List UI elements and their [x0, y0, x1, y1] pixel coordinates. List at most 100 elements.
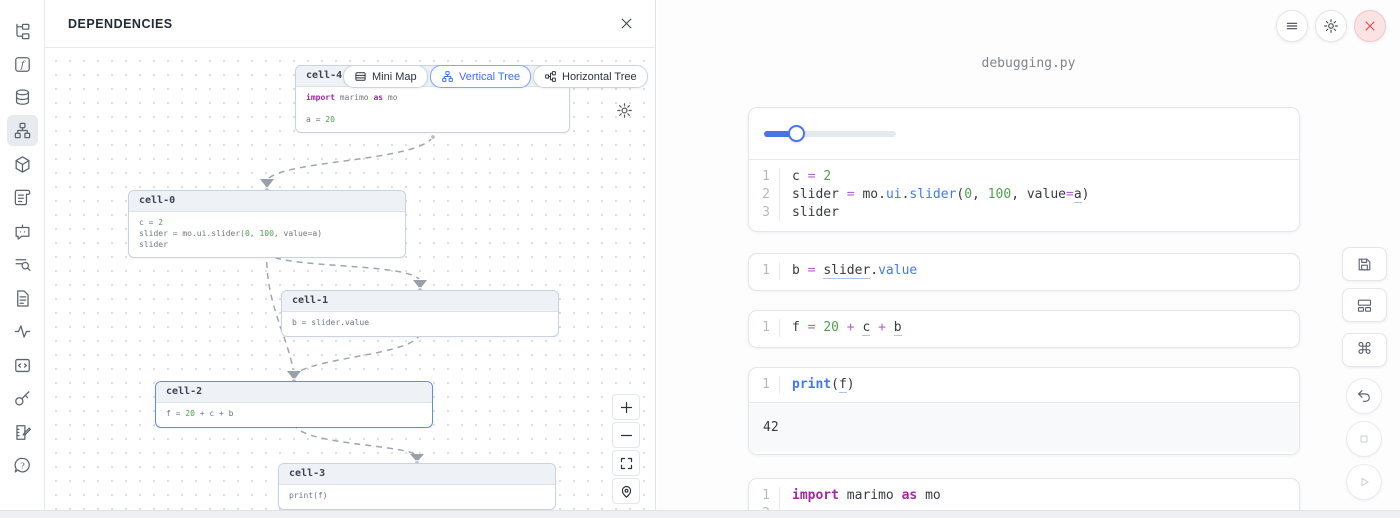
line-number: 1 [749, 487, 779, 505]
notebook-pane: debugging.py 1c = 2 2slider = mo.ui.slid… [657, 0, 1400, 518]
graph-node-cell-3[interactable]: cell-3 print(f) [278, 463, 556, 510]
code-line[interactable]: slider = mo.ui.slider(0, 100, value=a) [779, 186, 1299, 204]
secrets-icon[interactable] [7, 383, 38, 414]
run-button[interactable] [1346, 464, 1382, 500]
dependencies-panel: DEPENDENCIES [45, 0, 656, 510]
stop-icon [1356, 431, 1372, 447]
code-line[interactable]: b = slider.value [779, 262, 1299, 280]
help-icon[interactable]: ? [7, 450, 38, 481]
cell-code-editor[interactable]: 1f = 20 + c + b [749, 311, 1299, 345]
minimap-button-label: Mini Map [372, 71, 417, 83]
graph-node-cell-2-selected[interactable]: cell-2 f = 20 + c + b [155, 381, 433, 428]
line-number: 3 [749, 204, 779, 222]
notebook-filename[interactable]: debugging.py [657, 56, 1400, 71]
interrupt-button[interactable] [1346, 421, 1382, 457]
notebook-cell: 1c = 2 2slider = mo.ui.slider(0, 100, va… [748, 107, 1300, 232]
graph-code-line: slider [139, 240, 395, 251]
slider-widget[interactable] [764, 125, 896, 142]
code-line[interactable]: slider [779, 204, 1299, 222]
graph-code-line: import marimo as mo [306, 93, 559, 104]
minimap-icon [354, 70, 367, 83]
packages-icon[interactable] [7, 149, 38, 180]
settings-button[interactable] [1315, 10, 1347, 42]
command-icon: ⌘ [1357, 342, 1373, 358]
undo-button[interactable] [1346, 378, 1382, 414]
graph-node-title: cell-1 [282, 291, 558, 312]
activity-sidebar: f ? [0, 0, 45, 518]
undo-icon [1356, 388, 1372, 404]
code-line[interactable]: f = 20 + c + b [779, 319, 1299, 337]
shutdown-button[interactable] [1354, 10, 1386, 42]
graph-node-title: cell-0 [129, 191, 405, 212]
graph-code-line [306, 104, 559, 115]
cell-code-editor[interactable]: 1print(f) [749, 368, 1299, 402]
snippets-icon[interactable] [7, 283, 38, 314]
close-x-icon [1362, 18, 1378, 34]
graph-settings-gear-icon[interactable] [616, 102, 633, 119]
graph-zoom-controls [612, 394, 640, 506]
line-number: 1 [749, 319, 779, 337]
data-sources-icon[interactable] [7, 82, 38, 113]
app-footer [0, 510, 1400, 518]
horizontal-tree-button-label: Horizontal Tree [562, 71, 637, 83]
zoom-out-button[interactable] [612, 422, 640, 448]
graph-node-cell-0[interactable]: cell-0 c = 2 slider = mo.ui.slider(0, 10… [128, 190, 406, 258]
code-line[interactable]: import marimo as mo [779, 487, 1299, 505]
graph-code-line: a = 20 [306, 115, 559, 126]
slider-knob[interactable] [788, 125, 805, 142]
locate-node-button[interactable] [612, 478, 640, 504]
zoom-in-button[interactable] [612, 394, 640, 420]
save-floppy-icon [1356, 256, 1373, 273]
fit-view-button[interactable] [612, 450, 640, 476]
gear-icon [1323, 18, 1339, 34]
code-line[interactable]: print(f) [779, 376, 1299, 394]
scratchpad-icon[interactable] [7, 417, 38, 448]
documentation-icon[interactable] [7, 182, 38, 213]
graph-node-cell-1[interactable]: cell-1 b = slider.value [281, 290, 559, 337]
minimap-button[interactable]: Mini Map [343, 65, 428, 88]
cell-console-output: 42 [749, 402, 1299, 452]
cell-code-editor[interactable]: 1b = slider.value [749, 254, 1299, 288]
notebook-cell: 1print(f) 42 [748, 367, 1300, 455]
vertical-tree-button-label: Vertical Tree [459, 71, 520, 83]
graph-code-line: c = 2 [139, 218, 395, 229]
graph-code-line: f = 20 + c + b [166, 409, 422, 420]
dependencies-panel-header: DEPENDENCIES [45, 0, 655, 48]
cell-code-editor[interactable]: 1c = 2 2slider = mo.ui.slider(0, 100, va… [749, 160, 1299, 230]
code-line[interactable]: c = 2 [779, 168, 1299, 186]
graph-code-line: print(f) [289, 491, 545, 502]
graph-node-title: cell-3 [279, 464, 555, 485]
svg-text:?: ? [20, 461, 25, 471]
graph-node-title: cell-2 [156, 382, 432, 403]
horizontal-tree-button[interactable]: Horizontal Tree [533, 65, 648, 88]
hamburger-menu-icon [1284, 18, 1300, 34]
dependencies-icon[interactable] [7, 115, 38, 146]
line-number: 1 [749, 376, 779, 394]
horizontal-tree-icon [544, 70, 557, 83]
notebook-cell: 1b = slider.value [748, 253, 1300, 291]
line-number: 1 [749, 168, 779, 186]
graph-code-line: slider = mo.ui.slider(0, 100, value=a) [139, 229, 395, 240]
console-icon[interactable] [7, 350, 38, 381]
notebook-cell: 1f = 20 + c + b [748, 310, 1300, 348]
close-panel-icon[interactable] [615, 13, 637, 35]
vertical-tree-icon [441, 70, 454, 83]
svg-text:f: f [20, 59, 27, 71]
keyboard-shortcuts-button[interactable]: ⌘ [1342, 333, 1387, 367]
ai-chat-icon[interactable] [7, 216, 38, 247]
vertical-tree-button[interactable]: Vertical Tree [430, 65, 531, 88]
layout-icon [1356, 297, 1373, 314]
graph-code-line: b = slider.value [292, 318, 548, 329]
search-logs-icon[interactable] [7, 249, 38, 280]
line-number: 2 [749, 186, 779, 204]
play-icon [1356, 474, 1372, 490]
tracing-icon[interactable] [7, 316, 38, 347]
save-button[interactable] [1342, 247, 1387, 281]
panel-title: DEPENDENCIES [68, 17, 173, 31]
dependency-graph-canvas[interactable]: cell-4 import marimo as mo a = 20 cell-0… [45, 48, 655, 510]
variables-icon[interactable]: f [7, 49, 38, 80]
file-tree-icon[interactable] [7, 16, 38, 47]
layout-panels-button[interactable] [1342, 288, 1387, 322]
notebook-menu-button[interactable] [1276, 10, 1308, 42]
line-number: 1 [749, 262, 779, 280]
